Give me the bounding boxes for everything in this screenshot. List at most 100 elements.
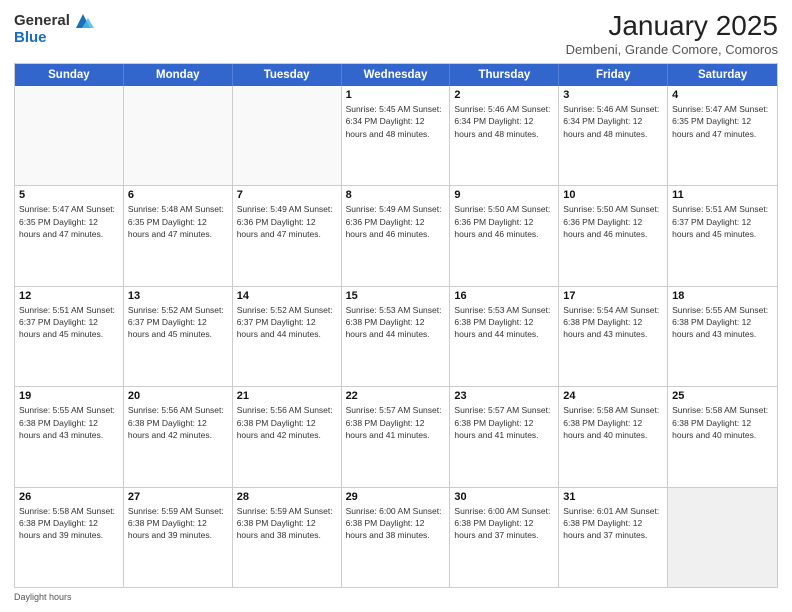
day-number: 4 bbox=[672, 89, 773, 101]
header: General Blue January 2025 Dembeni, Grand… bbox=[14, 10, 778, 57]
calendar-cell bbox=[15, 86, 124, 185]
logo: General Blue bbox=[14, 10, 94, 47]
day-info: Sunrise: 5:49 AM Sunset: 6:36 PM Dayligh… bbox=[237, 203, 337, 240]
day-number: 27 bbox=[128, 491, 228, 503]
day-number: 19 bbox=[19, 390, 119, 402]
calendar-cell: 18 Sunrise: 5:55 AM Sunset: 6:38 PM Dayli… bbox=[668, 287, 777, 386]
calendar-header: SundayMondayTuesdayWednesdayThursdayFrid… bbox=[15, 64, 777, 86]
day-number: 7 bbox=[237, 189, 337, 201]
day-number: 3 bbox=[563, 89, 663, 101]
calendar-cell bbox=[668, 488, 777, 587]
day-number: 26 bbox=[19, 491, 119, 503]
day-number: 12 bbox=[19, 290, 119, 302]
calendar: SundayMondayTuesdayWednesdayThursdayFrid… bbox=[14, 63, 778, 588]
day-number: 15 bbox=[346, 290, 446, 302]
page-title: January 2025 bbox=[566, 10, 778, 42]
calendar-cell: 12 Sunrise: 5:51 AM Sunset: 6:37 PM Dayli… bbox=[15, 287, 124, 386]
logo-icon bbox=[72, 10, 94, 32]
day-info: Sunrise: 6:00 AM Sunset: 6:38 PM Dayligh… bbox=[454, 505, 554, 542]
calendar-week: 19Sunrise: 5:55 AM Sunset: 6:38 PM Dayli… bbox=[15, 387, 777, 487]
day-info: Sunrise: 5:57 AM Sunset: 6:38 PM Dayligh… bbox=[346, 404, 446, 441]
calendar-cell: 22 Sunrise: 5:57 AM Sunset: 6:38 PM Dayli… bbox=[342, 387, 451, 486]
day-info: Sunrise: 5:51 AM Sunset: 6:37 PM Dayligh… bbox=[19, 304, 119, 341]
calendar-cell bbox=[124, 86, 233, 185]
day-number: 25 bbox=[672, 390, 773, 402]
calendar-cell: 10 Sunrise: 5:50 AM Sunset: 6:36 PM Dayli… bbox=[559, 186, 668, 285]
title-block: January 2025 Dembeni, Grande Comore, Com… bbox=[566, 10, 778, 57]
day-info: Sunrise: 5:58 AM Sunset: 6:38 PM Dayligh… bbox=[563, 404, 663, 441]
calendar-cell: 28 Sunrise: 5:59 AM Sunset: 6:38 PM Dayli… bbox=[233, 488, 342, 587]
calendar-cell: 26 Sunrise: 5:58 AM Sunset: 6:38 PM Dayli… bbox=[15, 488, 124, 587]
calendar-body: 1Sunrise: 5:45 AM Sunset: 6:34 PM Daylig… bbox=[15, 86, 777, 587]
day-number: 9 bbox=[454, 189, 554, 201]
calendar-cell: 9 Sunrise: 5:50 AM Sunset: 6:36 PM Daylig… bbox=[450, 186, 559, 285]
day-info: Sunrise: 5:58 AM Sunset: 6:38 PM Dayligh… bbox=[19, 505, 119, 542]
calendar-cell: 4 Sunrise: 5:47 AM Sunset: 6:35 PM Daylig… bbox=[668, 86, 777, 185]
calendar-cell: 17Sunrise: 5:54 AM Sunset: 6:38 PM Dayli… bbox=[559, 287, 668, 386]
day-number: 5 bbox=[19, 189, 119, 201]
calendar-cell: 21 Sunrise: 5:56 AM Sunset: 6:38 PM Dayli… bbox=[233, 387, 342, 486]
calendar-week: 5 Sunrise: 5:47 AM Sunset: 6:35 PM Daylig… bbox=[15, 186, 777, 286]
day-info: Sunrise: 5:47 AM Sunset: 6:35 PM Dayligh… bbox=[19, 203, 119, 240]
day-info: Sunrise: 5:52 AM Sunset: 6:37 PM Dayligh… bbox=[237, 304, 337, 341]
day-info: Sunrise: 5:59 AM Sunset: 6:38 PM Dayligh… bbox=[237, 505, 337, 542]
day-number: 14 bbox=[237, 290, 337, 302]
calendar-cell: 11Sunrise: 5:51 AM Sunset: 6:37 PM Dayli… bbox=[668, 186, 777, 285]
day-info: Sunrise: 5:59 AM Sunset: 6:38 PM Dayligh… bbox=[128, 505, 228, 542]
day-info: Sunrise: 5:46 AM Sunset: 6:34 PM Dayligh… bbox=[454, 103, 554, 140]
day-number: 29 bbox=[346, 491, 446, 503]
calendar-cell: 13Sunrise: 5:52 AM Sunset: 6:37 PM Dayli… bbox=[124, 287, 233, 386]
day-info: Sunrise: 6:01 AM Sunset: 6:38 PM Dayligh… bbox=[563, 505, 663, 542]
calendar-header-cell: Monday bbox=[124, 64, 233, 86]
calendar-header-cell: Wednesday bbox=[342, 64, 451, 86]
day-info: Sunrise: 5:46 AM Sunset: 6:34 PM Dayligh… bbox=[563, 103, 663, 140]
day-number: 6 bbox=[128, 189, 228, 201]
day-number: 13 bbox=[128, 290, 228, 302]
calendar-cell: 8Sunrise: 5:49 AM Sunset: 6:36 PM Daylig… bbox=[342, 186, 451, 285]
day-number: 8 bbox=[346, 189, 446, 201]
calendar-cell bbox=[233, 86, 342, 185]
day-number: 20 bbox=[128, 390, 228, 402]
calendar-header-cell: Thursday bbox=[450, 64, 559, 86]
day-number: 1 bbox=[346, 89, 446, 101]
day-info: Sunrise: 5:55 AM Sunset: 6:38 PM Dayligh… bbox=[672, 304, 773, 341]
day-info: Sunrise: 5:56 AM Sunset: 6:38 PM Dayligh… bbox=[237, 404, 337, 441]
calendar-cell: 23Sunrise: 5:57 AM Sunset: 6:38 PM Dayli… bbox=[450, 387, 559, 486]
day-info: Sunrise: 5:58 AM Sunset: 6:38 PM Dayligh… bbox=[672, 404, 773, 441]
calendar-cell: 24 Sunrise: 5:58 AM Sunset: 6:38 PM Dayli… bbox=[559, 387, 668, 486]
day-number: 22 bbox=[346, 390, 446, 402]
calendar-cell: 7 Sunrise: 5:49 AM Sunset: 6:36 PM Daylig… bbox=[233, 186, 342, 285]
day-info: Sunrise: 6:00 AM Sunset: 6:38 PM Dayligh… bbox=[346, 505, 446, 542]
calendar-cell: 29 Sunrise: 6:00 AM Sunset: 6:38 PM Dayli… bbox=[342, 488, 451, 587]
calendar-cell: 16Sunrise: 5:53 AM Sunset: 6:38 PM Dayli… bbox=[450, 287, 559, 386]
day-number: 21 bbox=[237, 390, 337, 402]
logo-general: General bbox=[14, 13, 70, 30]
calendar-header-cell: Saturday bbox=[668, 64, 777, 86]
day-number: 28 bbox=[237, 491, 337, 503]
logo-blue: Blue bbox=[14, 30, 47, 47]
day-number: 2 bbox=[454, 89, 554, 101]
calendar-cell: 2 Sunrise: 5:46 AM Sunset: 6:34 PM Daylig… bbox=[450, 86, 559, 185]
day-number: 30 bbox=[454, 491, 554, 503]
calendar-header-cell: Tuesday bbox=[233, 64, 342, 86]
day-info: Sunrise: 5:50 AM Sunset: 6:36 PM Dayligh… bbox=[454, 203, 554, 240]
day-info: Sunrise: 5:54 AM Sunset: 6:38 PM Dayligh… bbox=[563, 304, 663, 341]
calendar-week: 1Sunrise: 5:45 AM Sunset: 6:34 PM Daylig… bbox=[15, 86, 777, 186]
footer-note: Daylight hours bbox=[14, 592, 778, 602]
day-number: 18 bbox=[672, 290, 773, 302]
day-info: Sunrise: 5:47 AM Sunset: 6:35 PM Dayligh… bbox=[672, 103, 773, 140]
calendar-cell: 19Sunrise: 5:55 AM Sunset: 6:38 PM Dayli… bbox=[15, 387, 124, 486]
day-info: Sunrise: 5:48 AM Sunset: 6:35 PM Dayligh… bbox=[128, 203, 228, 240]
calendar-cell: 31 Sunrise: 6:01 AM Sunset: 6:38 PM Dayli… bbox=[559, 488, 668, 587]
day-info: Sunrise: 5:56 AM Sunset: 6:38 PM Dayligh… bbox=[128, 404, 228, 441]
calendar-header-cell: Sunday bbox=[15, 64, 124, 86]
day-number: 24 bbox=[563, 390, 663, 402]
day-info: Sunrise: 5:50 AM Sunset: 6:36 PM Dayligh… bbox=[563, 203, 663, 240]
day-number: 31 bbox=[563, 491, 663, 503]
calendar-cell: 6 Sunrise: 5:48 AM Sunset: 6:35 PM Daylig… bbox=[124, 186, 233, 285]
calendar-cell: 30 Sunrise: 6:00 AM Sunset: 6:38 PM Dayli… bbox=[450, 488, 559, 587]
day-number: 10 bbox=[563, 189, 663, 201]
calendar-cell: 1Sunrise: 5:45 AM Sunset: 6:34 PM Daylig… bbox=[342, 86, 451, 185]
day-number: 11 bbox=[672, 189, 773, 201]
day-number: 23 bbox=[454, 390, 554, 402]
